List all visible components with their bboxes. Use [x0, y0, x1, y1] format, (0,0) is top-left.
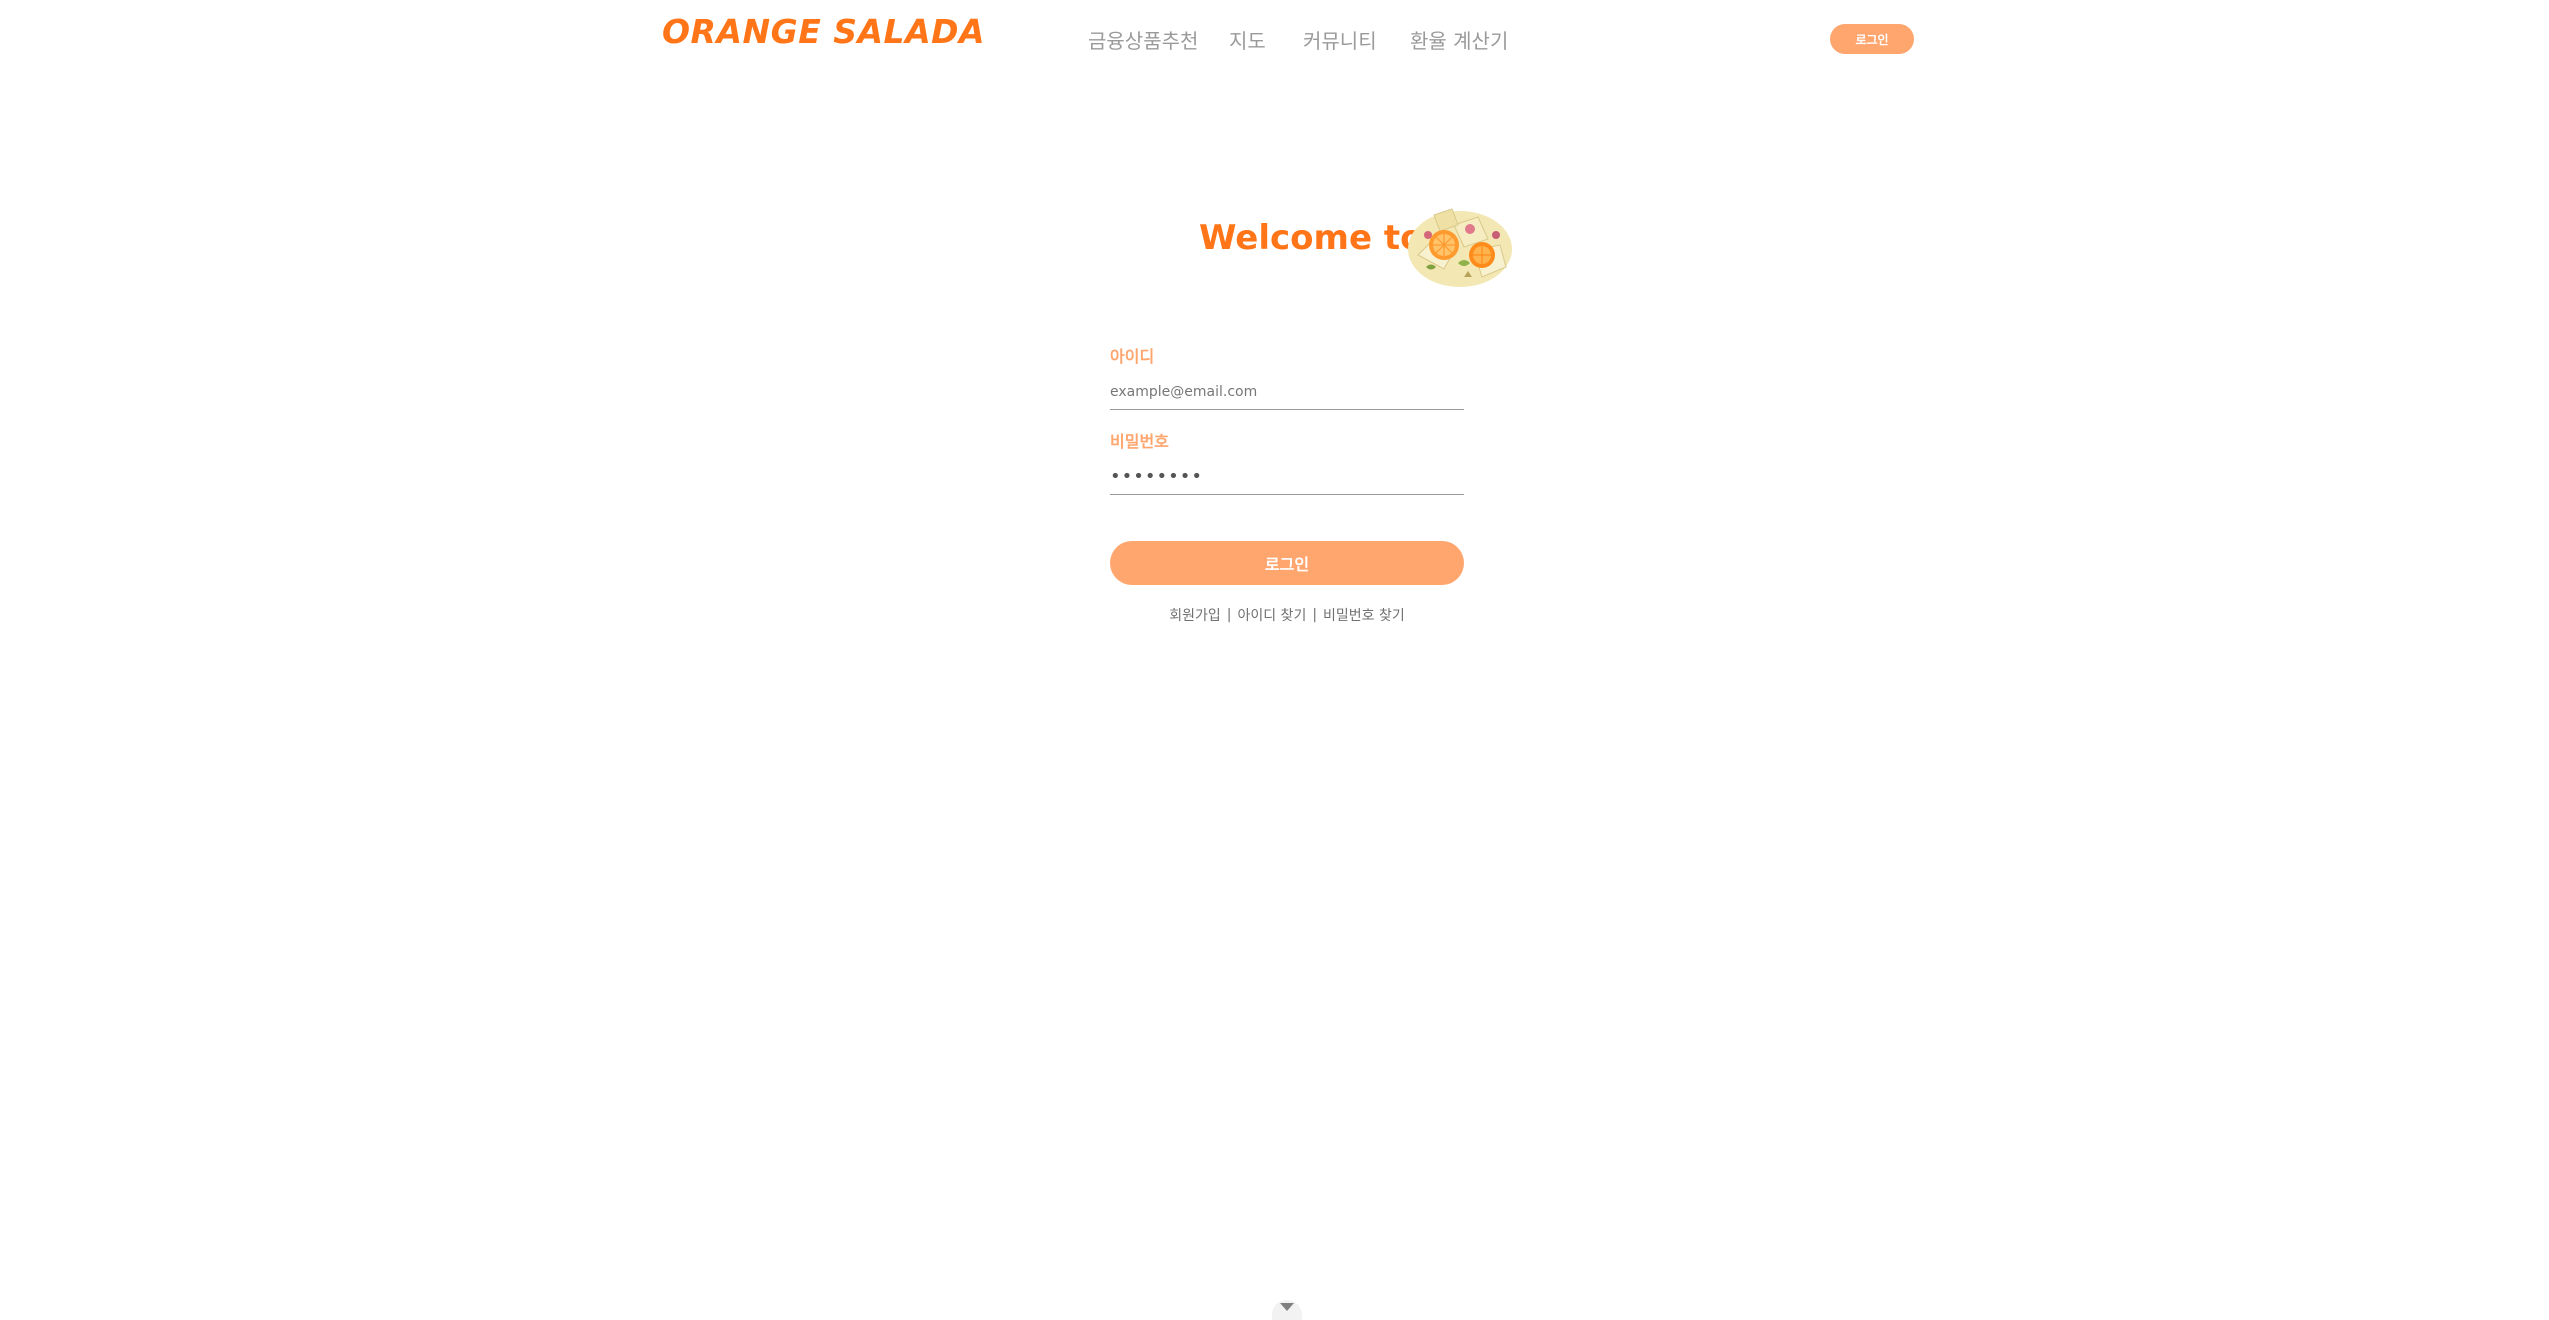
find-password-link[interactable]: 비밀번호 찾기 — [1323, 605, 1405, 625]
nav-item-financial-products[interactable]: 금융상품추천 — [1088, 25, 1198, 54]
find-id-link[interactable]: 아이디 찾기 — [1237, 605, 1306, 625]
link-separator: | — [1312, 607, 1318, 623]
scroll-down-button[interactable] — [1272, 1300, 1302, 1320]
site-logo[interactable]: ORANGE SALADA — [662, 12, 985, 51]
header-login-button[interactable]: 로그인 — [1830, 24, 1914, 54]
nav-item-community[interactable]: 커뮤니티 — [1303, 25, 1377, 54]
id-input[interactable] — [1110, 374, 1464, 410]
login-submit-button[interactable]: 로그인 — [1110, 541, 1464, 585]
site-header: ORANGE SALADA 금융상품추천 지도 커뮤니티 환율 계산기 로그인 — [0, 0, 2549, 80]
chevron-down-icon — [1280, 1303, 1294, 1311]
password-input[interactable] — [1110, 459, 1464, 495]
nav-item-exchange-calculator[interactable]: 환율 계산기 — [1410, 25, 1508, 54]
nav-item-map[interactable]: 지도 — [1229, 25, 1266, 54]
salad-image — [1408, 208, 1512, 287]
signup-link[interactable]: 회원가입 — [1169, 605, 1221, 625]
password-label: 비밀번호 — [1110, 432, 1169, 451]
welcome-heading: Welcome to — [1199, 218, 1424, 258]
link-separator: | — [1226, 607, 1232, 623]
account-links: 회원가입 | 아이디 찾기 | 비밀번호 찾기 — [1110, 605, 1464, 625]
id-label: 아이디 — [1110, 347, 1155, 366]
